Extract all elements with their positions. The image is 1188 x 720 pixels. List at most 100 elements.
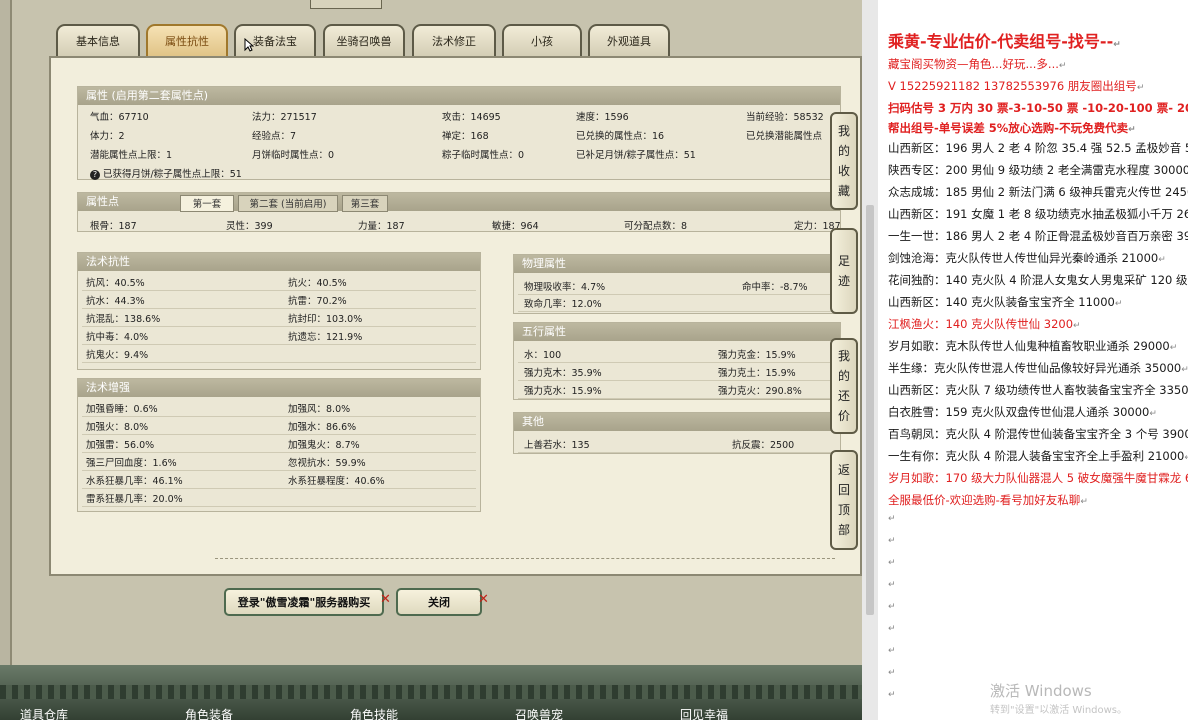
cell-value: 抗雷：70.2% — [288, 296, 347, 307]
attr-value: 当前经验：58532 — [746, 112, 824, 123]
side-button-char: 返 — [837, 463, 850, 477]
points-value: 灵性：399 — [226, 221, 273, 232]
side-button-char: 足 — [837, 254, 850, 268]
login-buy-button[interactable]: 登录"傲雪凌霜"服务器购买 — [224, 588, 384, 616]
tab-5[interactable]: 小孩 — [502, 24, 582, 56]
top-partial-button[interactable] — [310, 0, 382, 9]
return-mark-icon: ↵ — [888, 536, 896, 546]
side-button-2[interactable]: 我的还价 — [830, 338, 858, 434]
close-button[interactable]: 关闭 — [396, 588, 482, 616]
cell-value: 物理吸收率：4.7% — [524, 282, 606, 293]
side-button-0[interactable]: 我的收藏 — [830, 112, 858, 210]
doc-line: 半生缘：克火队传世混人传世仙品像较好异光通杀 35000↵ — [888, 360, 1188, 376]
tab-0[interactable]: 基本信息 — [56, 24, 140, 56]
return-mark-icon: ↵ — [1181, 365, 1188, 375]
bottom-label-4[interactable]: 回见幸福 — [680, 706, 728, 720]
points-subtab-2[interactable]: 第三套 — [342, 195, 388, 212]
doc-line-text: 一生有你：克火队 4 阶混人装备宝宝齐全上手盈利 21000 — [888, 449, 1185, 463]
return-mark-icon: ↵ — [888, 514, 896, 524]
tab-6[interactable]: 外观道具 — [588, 24, 670, 56]
cell-value: 抗封印：103.0% — [288, 314, 363, 325]
points-subtab-0[interactable]: 第一套 — [180, 195, 234, 212]
return-mark-icon: ↵ — [888, 690, 896, 700]
cell-value: 抗遗忘：121.9% — [288, 332, 363, 343]
cell-value: 强三尸回血度：1.6% — [86, 458, 177, 469]
activation-watermark-title: 激活 Windows — [990, 682, 1092, 700]
doc-line-text: 岁月如歌：170 级大力队仙器混人 5 破女魔强牛魔甘霖龙 6 — [888, 471, 1188, 485]
cell-value: 加强鬼火：8.7% — [288, 440, 360, 451]
points-box: 属性点 第一套 第二套 (当前启用) 第三套 根骨：187 灵性：399 力量：187 敏… — [77, 192, 841, 232]
doc-line-text: 花间独酌：140 克火队 4 阶混人女鬼女人男鬼采矿 120 级 — [888, 273, 1188, 287]
points-subtab-1[interactable]: 第二套 (当前启用) — [238, 195, 338, 212]
tab-4[interactable]: 法术修正 — [412, 24, 496, 56]
doc-line: 剑蚀沧海：克火队传世人传世仙异光秦岭通杀 21000↵ — [888, 250, 1166, 266]
doc-line: 扫码估号 3 万内 30 票-3-10-50 票 -10-20-100 票- 2… — [888, 100, 1188, 116]
return-mark-icon: ↵ — [1158, 255, 1166, 265]
other-box: 其他 上善若水：135 抗反震：2500 — [513, 412, 841, 454]
return-mark-icon: ↵ — [888, 558, 896, 568]
doc-line-text: 百鸟朝凤：克火队 4 阶混传世仙装备宝宝齐全 3 个号 3900 — [888, 427, 1188, 441]
points-value: 可分配点数：8 — [624, 221, 688, 232]
cell-value: 抗风：40.5% — [86, 278, 145, 289]
scrollbar-thumb[interactable] — [866, 205, 874, 615]
return-mark-icon: ↵ — [1080, 497, 1088, 507]
doc-line-text: 半生缘：克火队传世混人传世仙品像较好异光通杀 35000 — [888, 361, 1182, 375]
close-x-icon: ✕ — [380, 592, 391, 607]
side-button-char: 藏 — [837, 184, 850, 198]
return-mark-icon: ↵ — [1136, 83, 1145, 93]
return-mark-icon: ↵ — [888, 580, 896, 590]
other-header: 其他 — [514, 413, 840, 431]
mouse-cursor-icon — [244, 38, 254, 52]
spell-resist-box: 法术抗性 抗风：40.5% 抗火：40.5% 抗水：44.3% 抗雷：70.2% 抗混乱… — [77, 252, 481, 370]
five-elements-box: 五行属性 水：100 强力克金：15.9% 强力克木：35.9% 强力克土：15.9%… — [513, 322, 841, 400]
bottom-label-0[interactable]: 道具仓库 — [20, 706, 68, 720]
tab-3[interactable]: 坐骑召唤兽 — [323, 24, 405, 56]
return-mark-icon: ↵ — [1169, 343, 1178, 353]
doc-line: 岁月如歌：170 级大力队仙器混人 5 破女魔强牛魔甘霖龙 6↵ — [888, 470, 1188, 486]
cell-value: 抗混乱：138.6% — [86, 314, 161, 325]
side-button-char: 部 — [837, 523, 850, 537]
attr-value: 月饼临时属性点：0 — [252, 150, 335, 161]
bottom-strip — [0, 685, 862, 699]
attr-value: 已补足月饼/粽子属性点：51 — [576, 150, 696, 161]
return-mark-icon: ↵ — [1058, 61, 1067, 71]
doc-line-text: 山西新区：克火队 7 级功绩传世人畜牧装备宝宝齐全 3350 — [888, 383, 1188, 397]
points-value: 力量：187 — [358, 221, 405, 232]
doc-line: 帮出组号-单号误差 5%放心选购-不玩免费代卖↵ — [888, 120, 1136, 136]
side-button-1[interactable]: 足迹 — [830, 228, 858, 314]
side-button-char: 的 — [837, 369, 850, 383]
return-mark-icon: ↵ — [888, 624, 896, 634]
return-mark-icon: ↵ — [1113, 40, 1121, 50]
side-button-3[interactable]: 返回顶部 — [830, 450, 858, 550]
bottom-label-2[interactable]: 角色技能 — [350, 706, 398, 720]
attr-value: 体力：2 — [90, 131, 125, 142]
doc-line-text: 岁月如歌：克木队传世人仙鬼种植畜牧职业通杀 29000 — [888, 339, 1170, 353]
doc-line-text: 陕西专区：200 男仙 9 级功绩 2 老全满雷克水程度 30000 — [888, 163, 1188, 177]
doc-line-text: 白衣胜雪：159 克火队双盘传世仙混人通杀 30000 — [888, 405, 1150, 419]
tab-1[interactable]: 属性抗性 — [146, 24, 228, 56]
doc-line-text: 扫码估号 3 万内 30 票-3-10-50 票 -10-20-100 票- 2… — [888, 101, 1188, 115]
attr-value: 法力：271517 — [252, 112, 317, 123]
cell-value: 上善若水：135 — [524, 440, 590, 451]
physical-box: 物理属性 物理吸收率：4.7% 命中率：-8.7% 致命几率：12.0% — [513, 254, 841, 314]
attribute-panel: 属性 (启用第二套属性点) 气血：67710 法力：271517 攻击：14695 速… — [49, 56, 862, 576]
doc-line: 花间独酌：140 克火队 4 阶混人女鬼女人男鬼采矿 120 级↵ — [888, 272, 1188, 288]
doc-line: 白衣胜雪：159 克火队双盘传世仙混人通杀 30000↵ — [888, 404, 1157, 420]
attributes-box-header: 属性 (启用第二套属性点) — [78, 87, 840, 105]
attr-value: 速度：1596 — [576, 112, 629, 123]
attr-value: 潜能属性点上限：1 — [90, 150, 173, 161]
bottom-label-1[interactable]: 角色装备 — [185, 706, 233, 720]
doc-line-text: 众志成城：185 男仙 2 新法门满 6 级神兵雷克火传世 24500 — [888, 185, 1188, 199]
doc-line: 众志成城：185 男仙 2 新法门满 6 级神兵雷克火传世 24500↵ — [888, 184, 1188, 200]
side-button-char: 收 — [837, 164, 850, 178]
spell-resist-header: 法术抗性 — [78, 253, 480, 271]
spell-boost-header: 法术增强 — [78, 379, 480, 397]
close-label: 关闭 — [428, 596, 450, 609]
side-button-char: 我 — [837, 349, 850, 363]
return-mark-icon: ↵ — [1073, 321, 1081, 331]
side-button-char: 顶 — [837, 503, 850, 517]
cell-value: 强力克土：15.9% — [718, 368, 796, 379]
bottom-label-3[interactable]: 召唤兽宠 — [515, 706, 563, 720]
cell-value: 水系狂暴程度：40.6% — [288, 476, 385, 487]
cell-value: 忽视抗水：59.9% — [288, 458, 366, 469]
